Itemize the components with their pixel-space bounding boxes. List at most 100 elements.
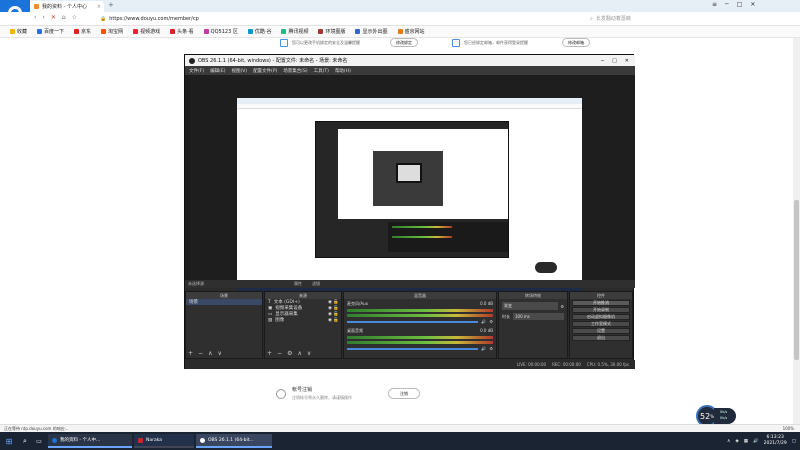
mic-speaker-icon[interactable]: 🔊 [481, 319, 486, 324]
preview-capture [237, 98, 582, 293]
remove-scene-icon[interactable]: − [198, 350, 203, 357]
close-window-icon[interactable]: ✕ [750, 1, 755, 8]
desktop-settings-icon[interactable]: ⚙ [489, 346, 493, 351]
logout-button[interactable]: 注销 [388, 388, 420, 399]
change-phone-button[interactable]: 修改绑定 [390, 38, 418, 47]
transitions-panel: 转场特效 渐变 ⚙ 时长 300 ms [498, 291, 568, 359]
zoom-level[interactable]: 100% [783, 426, 794, 431]
start-streaming-button[interactable]: 开始推流 [572, 300, 630, 306]
obs-preview-canvas[interactable] [185, 75, 635, 293]
naraka-app-icon [138, 437, 143, 443]
account-logout-section: 帐号注销 注销帐号将永久删除，请谨慎操作 注销 [276, 386, 420, 401]
desktop-meter [347, 336, 493, 339]
status-text: 正在等待 ntp.douyu.com 的响应... [4, 425, 69, 431]
obs-close-icon[interactable]: ✕ [625, 58, 629, 64]
fav-item[interactable]: 腾讯视频 [281, 28, 308, 35]
virtual-camera-button[interactable]: 启动虚拟摄像机 [572, 314, 630, 320]
fav-item[interactable]: 环境图版 [318, 28, 345, 35]
task-view-icon[interactable]: ▭ [32, 438, 46, 445]
taskbar-app-obs[interactable]: OBS 26.1.1 (64-bit... [196, 434, 272, 448]
email-icon [452, 39, 460, 47]
source-settings-icon[interactable]: ⚙ [287, 350, 292, 357]
audio-mixer-panel: 混音器 麦克风/Aux 0.0 dB 🔊 ⚙ 桌面音频 0.0 dB 🔊 ⚙ [343, 291, 497, 359]
cpu-status: CPU: 0.5%, 30.00 fps [586, 362, 629, 367]
taskbar-app-browser[interactable]: 我的资料 - 个人中... [48, 434, 132, 448]
obs-minimize-icon[interactable]: ─ [601, 58, 604, 64]
search-icon: ⌕ [590, 15, 593, 22]
url-field[interactable]: https://www.douyu.com/member/cp [109, 16, 199, 22]
stop-icon[interactable]: ✕ [51, 14, 56, 21]
properties-button[interactable]: 属性 [294, 281, 302, 287]
scene-item[interactable]: 场景 [186, 299, 262, 305]
minimize-icon[interactable]: ─ [725, 1, 729, 8]
browser-tab-active[interactable]: 我的资料 - 个人中心 × [30, 1, 104, 12]
tab-close-icon[interactable]: × [97, 4, 101, 10]
fav-item[interactable]: 优酷·谷 [247, 28, 271, 35]
tray-shield-icon[interactable]: ◈ [735, 439, 738, 444]
settings-button[interactable]: 设置 [572, 328, 630, 334]
obs-maximize-icon[interactable]: □ [612, 58, 617, 64]
menu-view[interactable]: 视图(V) [231, 68, 247, 74]
page-scrollbar-thumb[interactable] [794, 200, 799, 360]
menu-tools[interactable]: 工具(T) [314, 68, 329, 74]
menu-scene-collection[interactable]: 场景集合(S) [283, 68, 307, 74]
home-icon[interactable]: ⌂ [62, 14, 66, 21]
tray-network-icon[interactable]: ▦ [744, 439, 748, 444]
fav-item[interactable]: 淘宝网 [101, 28, 123, 35]
exit-button[interactable]: 退出 [572, 335, 630, 341]
fav-item[interactable]: 视频游戏 [133, 28, 160, 35]
remove-source-icon[interactable]: − [277, 350, 282, 357]
start-recording-button[interactable]: 开始录制 [572, 307, 630, 313]
windows-start-icon[interactable]: ⊞ [0, 437, 18, 446]
menu-edit[interactable]: 编辑(E) [210, 68, 225, 74]
menu-help[interactable]: 帮助(H) [335, 68, 351, 74]
notification-icon[interactable]: ▢ [792, 439, 796, 444]
desktop-speaker-icon[interactable]: 🔊 [481, 346, 486, 351]
back-icon[interactable]: ‹ [34, 14, 36, 21]
fav-item[interactable]: QQ5123 区 [203, 28, 238, 35]
search-input[interactable]: 长发翻动着蔷薇 [596, 15, 631, 22]
move-up-icon[interactable]: ∧ [208, 350, 212, 357]
phone-icon [280, 39, 288, 47]
change-email-button[interactable]: 修改邮箱 [562, 38, 590, 47]
preview-nested-obs [315, 121, 509, 258]
studio-mode-button[interactable]: 工作室模式 [572, 321, 630, 327]
desktop-channel-level: 0.0 dB [480, 328, 493, 333]
menu-file[interactable]: 文件(F) [189, 68, 204, 74]
taskbar-search-icon[interactable]: ⌕ [18, 437, 32, 446]
desktop-volume-slider[interactable] [347, 347, 479, 350]
window-menu-icon[interactable]: ≡ [712, 1, 717, 8]
controls-panel: 控件 开始推流 开始录制 启动虚拟摄像机 工作室模式 设置 退出 [569, 291, 633, 359]
source-up-icon[interactable]: ∧ [297, 350, 301, 357]
fav-item[interactable]: 百度一下 [37, 28, 64, 35]
taskbar-app-naraka[interactable]: Naraka [134, 434, 194, 448]
tray-volume-icon[interactable]: 🔊 [753, 439, 759, 444]
fav-item[interactable]: 收藏 [10, 28, 27, 35]
favorites-bar: 收藏 百度一下 京东 淘宝网 视频游戏 头条·看 QQ5123 区 优酷·谷 腾… [0, 26, 800, 38]
fav-item[interactable]: 头条·看 [170, 28, 194, 35]
forward-icon[interactable]: › [42, 14, 44, 21]
live-status: LIVE: 00:00:00 [516, 362, 547, 367]
obs-title: OBS 26.1.1 (64-bit, windows) - 配置文件: 未命名… [198, 58, 348, 64]
maximize-icon[interactable]: □ [737, 1, 743, 8]
mic-volume-slider[interactable] [347, 320, 479, 323]
add-scene-icon[interactable]: + [188, 350, 193, 357]
fav-item[interactable]: 京东 [74, 28, 91, 35]
filters-button[interactable]: 滤镜 [312, 281, 320, 287]
menu-profile[interactable]: 配置文件(P) [253, 68, 277, 74]
transition-settings-icon[interactable]: ⚙ [560, 304, 564, 309]
source-item[interactable]: ▨ 图像 ◉ 🔓 [265, 317, 341, 324]
fav-item[interactable]: 显示外出图 [355, 28, 388, 35]
move-down-icon[interactable]: ∨ [217, 350, 221, 357]
mic-settings-icon[interactable]: ⚙ [489, 319, 493, 324]
clock-date[interactable]: 2021/7/29 [764, 441, 787, 447]
duration-input[interactable]: 300 ms [513, 313, 564, 320]
logout-title: 帐号注销 [292, 387, 313, 393]
source-down-icon[interactable]: ∨ [307, 350, 311, 357]
bookmarks-star-icon[interactable]: ☆ [72, 14, 77, 21]
new-tab-button[interactable]: + [108, 1, 114, 9]
tray-up-icon[interactable]: ∧ [727, 439, 730, 444]
add-source-icon[interactable]: + [267, 350, 272, 357]
transition-select[interactable]: 渐变 [502, 302, 559, 310]
fav-item[interactable]: 盛京网站 [397, 28, 425, 35]
